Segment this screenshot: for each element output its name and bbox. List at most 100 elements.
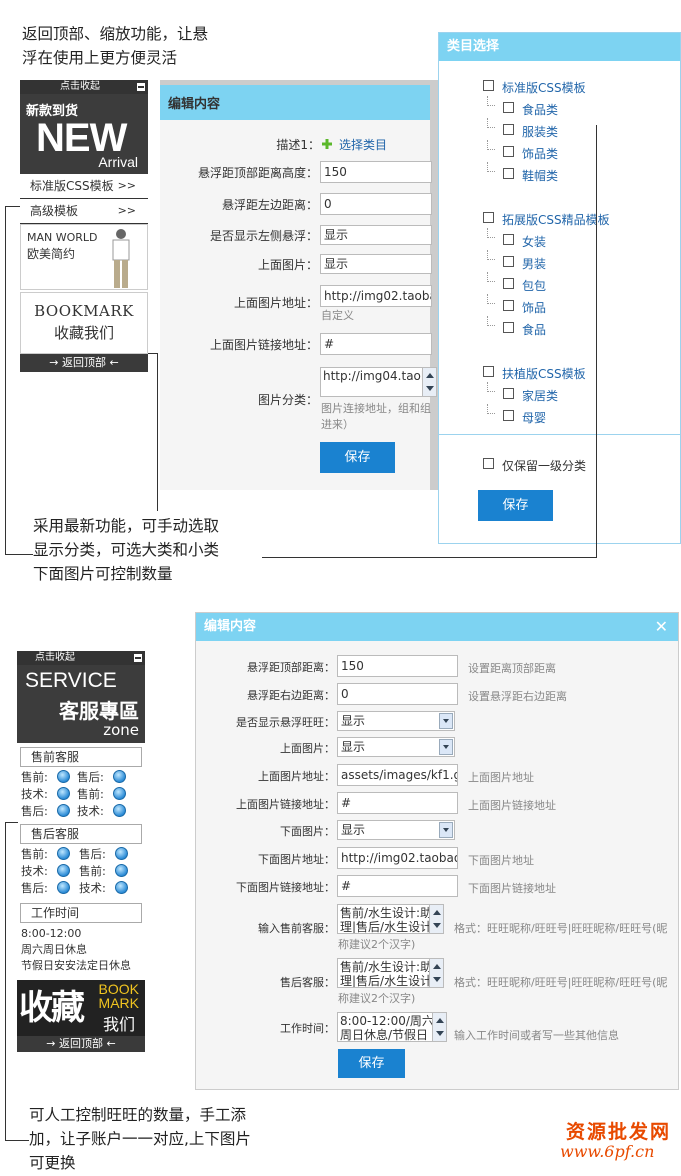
chevron-down-icon[interactable]	[439, 822, 453, 838]
chevron-down-icon[interactable]	[439, 713, 453, 729]
back-to-top-button[interactable]: → 返回顶部 ←	[20, 354, 148, 372]
minimize-icon[interactable]	[137, 83, 145, 91]
wangwang-icon[interactable]	[57, 770, 70, 783]
wangwang-icon[interactable]	[115, 864, 128, 877]
checkbox-child[interactable]	[503, 234, 514, 245]
man-world-banner[interactable]: MAN WORLD 欧美简约	[20, 224, 148, 290]
format-hint: 格式：旺旺昵称/旺旺号|旺旺昵称/旺旺号(昵	[454, 976, 668, 989]
list-item: 技术: 售前:	[21, 786, 145, 803]
select-value: 显示	[324, 228, 349, 242]
wangwang-icon[interactable]	[57, 881, 70, 894]
checkbox-child[interactable]	[503, 278, 514, 289]
presale-textarea[interactable]: 售前/水生设计:助理|售后/水生设计|	[337, 904, 444, 934]
wangwang-icon[interactable]	[113, 787, 126, 800]
panel-title-text: 编辑内容	[204, 619, 257, 634]
chevron-down-icon[interactable]	[439, 739, 453, 755]
connector-line	[5, 822, 18, 823]
checkbox-first-level-only[interactable]	[483, 458, 494, 469]
middle-note: 采用最新功能，可手动选取 显示分类，可选大类和小类 下面图片可控制数量	[33, 514, 219, 586]
role-label: 售后:	[79, 847, 106, 861]
field-label: 上面图片链接地址：	[236, 798, 335, 811]
plus-icon[interactable]	[322, 138, 332, 149]
top-distance-input[interactable]: 150	[320, 161, 432, 183]
checkbox-child[interactable]	[503, 102, 514, 113]
service-subtitle: 客服專區	[59, 699, 139, 723]
double-arrow-icon: >>	[117, 204, 136, 217]
group-label: 拓展版CSS精品模板	[502, 213, 610, 227]
note-line: 下面图片可控制数量	[33, 565, 173, 583]
dialog-save-button[interactable]: 保存	[478, 490, 553, 521]
select-value: 显示	[341, 823, 366, 837]
tree-connector	[487, 140, 495, 150]
wangwang-icon[interactable]	[57, 864, 70, 877]
checkbox-child[interactable]	[503, 300, 514, 311]
aftersale-textarea[interactable]: 售前/水生设计:助理|售后/水生设计|	[337, 958, 444, 988]
top-image-link-input[interactable]: #	[320, 333, 432, 355]
note-line: 可更换	[29, 1154, 76, 1172]
top-image-link-input[interactable]: #	[337, 792, 458, 814]
wangwang-icon[interactable]	[57, 804, 70, 817]
close-icon[interactable]: ✕	[655, 613, 668, 641]
menu-item-standard-css[interactable]: 标准版CSS模板 >>	[20, 174, 148, 199]
bottom-image-url-input[interactable]: http://img02.taobaocdr	[337, 847, 458, 869]
checkbox-child[interactable]	[503, 146, 514, 157]
checkbox-group-support[interactable]	[483, 366, 494, 377]
new-arrival-banner[interactable]: 新款到货 NEW Arrival	[20, 94, 148, 174]
scrollbar[interactable]	[432, 1013, 446, 1041]
wangwang-icon[interactable]	[57, 787, 70, 800]
scrollbar[interactable]	[422, 368, 436, 396]
hours-line: 节假日安安法定日休息	[21, 959, 131, 972]
checkbox-group-standard[interactable]	[483, 80, 494, 91]
list-item: 售后: 技术:	[21, 803, 145, 820]
child-label: 食品类	[522, 103, 559, 117]
worktime-textarea[interactable]: 8:00-12:00/周六周日休息/节假日	[337, 1012, 447, 1042]
checkbox-child[interactable]	[503, 256, 514, 267]
wangwang-icon[interactable]	[57, 847, 70, 860]
left-distance-input[interactable]: 0	[320, 193, 432, 215]
image-category-textarea[interactable]: http://img04.taobaocdn.com/imgex	[320, 367, 437, 397]
field-label: 是否显示左侧悬浮：	[209, 229, 318, 243]
bookmark-banner[interactable]: BOOKMARK 收藏我们	[20, 292, 148, 354]
top-distance-input[interactable]: 150	[337, 655, 458, 677]
field-label: 上面图片地址：	[258, 770, 335, 783]
presale-list: 售前: 售后: 技术: 售前: 售后: 技术:	[17, 769, 145, 820]
right-distance-input[interactable]: 0	[337, 683, 458, 705]
collapse-bar[interactable]: 点击收起	[20, 80, 148, 94]
hours-line: 8:00-12:00	[21, 927, 82, 940]
wangwang-icon[interactable]	[113, 804, 126, 817]
top-image-select[interactable]: 显示	[320, 254, 432, 274]
checkbox-child[interactable]	[503, 410, 514, 421]
show-left-float-select[interactable]: 显示	[320, 225, 432, 245]
menu-item-advanced[interactable]: 高级模板 >>	[20, 199, 148, 224]
back-to-top-button[interactable]: → 返回顶部 ←	[17, 1036, 145, 1052]
scrollbar[interactable]	[429, 905, 443, 933]
collapse-bar[interactable]: 点击收起	[17, 651, 145, 665]
bookmark-banner[interactable]: 收藏 BOOK MARK 我们	[17, 980, 145, 1036]
checkbox-group-extended[interactable]	[483, 212, 494, 223]
list-item: 售前: 售后:	[21, 846, 145, 863]
top-image-url-input[interactable]: http://img02.taobaoc	[320, 285, 432, 307]
minimize-icon[interactable]	[134, 654, 142, 662]
new-arrival-small: Arrival	[98, 154, 138, 170]
show-wangwang-select[interactable]: 显示	[337, 711, 455, 731]
choose-category-link[interactable]: 选择类目	[339, 136, 387, 153]
tree-connector	[487, 404, 495, 414]
tree-connector	[487, 162, 495, 172]
wangwang-icon[interactable]	[115, 881, 128, 894]
wangwang-icon[interactable]	[115, 847, 128, 860]
bottom-image-select[interactable]: 显示	[337, 820, 455, 840]
field-label: 上面图片链接地址：	[209, 338, 318, 352]
top-image-url-input[interactable]: assets/images/kf1.gif	[337, 764, 458, 786]
bottom-image-link-input[interactable]: #	[337, 875, 458, 897]
top-image-select[interactable]: 显示	[337, 737, 455, 757]
checkbox-child[interactable]	[503, 322, 514, 333]
save-button[interactable]: 保存	[338, 1049, 405, 1078]
checkbox-child[interactable]	[503, 388, 514, 399]
textarea-value: 售前/水生设计:助理|售后/水生设计|	[340, 960, 437, 988]
scrollbar[interactable]	[429, 959, 443, 987]
wangwang-icon[interactable]	[113, 770, 126, 783]
checkbox-child[interactable]	[503, 124, 514, 135]
bookmark-subtitle: 收藏我们	[53, 324, 114, 342]
checkbox-child[interactable]	[503, 168, 514, 179]
save-button[interactable]: 保存	[320, 442, 395, 473]
